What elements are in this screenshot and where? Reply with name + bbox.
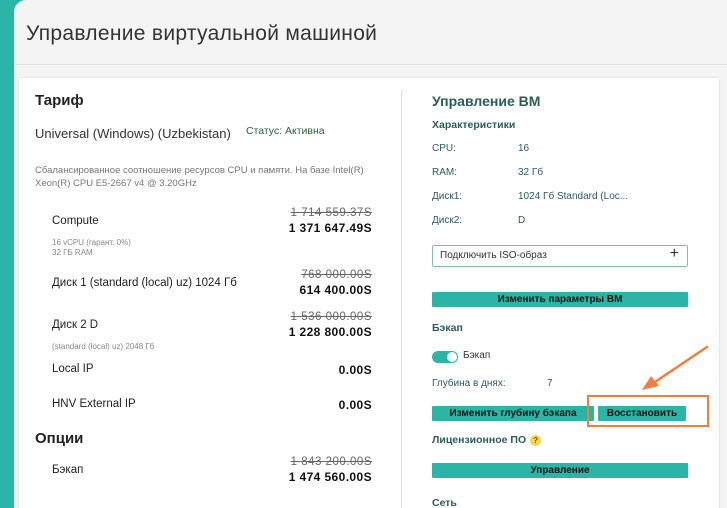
item-name: Бэкап <box>52 464 84 476</box>
depth-value: 7 <box>547 378 553 389</box>
attach-iso-button[interactable]: Подключить ISO-образ + <box>432 245 688 267</box>
spec-label-cpu: CPU: <box>432 143 456 154</box>
price: 0.00S <box>338 398 372 412</box>
item-detail: 32 ГБ RAM <box>52 248 93 257</box>
item-name: Compute <box>52 215 99 227</box>
backup-heading: Бэкап <box>432 322 463 334</box>
plan-description: Сбалансированное соотношение ресурсов CP… <box>35 165 364 189</box>
column-divider <box>401 90 402 508</box>
title-divider <box>14 64 727 65</box>
change-backup-depth-button[interactable]: Изменить глубину бэкапа <box>432 406 594 421</box>
toggle-knob <box>447 352 457 362</box>
spec-label-disk1: Диск1: <box>432 191 463 202</box>
item-name: HNV External IP <box>52 398 136 410</box>
old-price: 1 536 000.00S <box>290 311 372 323</box>
spec-value-cpu: 16 <box>518 143 530 154</box>
status-badge: Статус: Активна <box>246 125 325 137</box>
spec-label-disk2: Диск2: <box>432 215 463 226</box>
new-price: 1 474 560.00S <box>288 470 372 484</box>
item-detail: (standard (local) uz) 2048 Гб <box>52 342 155 351</box>
main-panel: Управление виртуальной машиной Тариф Uni… <box>14 0 727 508</box>
new-price: 1 371 647.49S <box>288 221 372 235</box>
help-icon[interactable]: ? <box>530 434 542 446</box>
vm-heading: Управление ВМ <box>432 93 541 109</box>
price: 0.00S <box>338 363 372 377</box>
old-price: 1 843 200.00S <box>290 456 372 468</box>
depth-label: Глубина в днях: <box>432 378 506 389</box>
old-price: 768 000.00S <box>301 269 372 281</box>
tariff-heading: Тариф <box>35 92 84 109</box>
backup-toggle-label: Бэкап <box>463 350 491 361</box>
backup-toggle[interactable] <box>432 351 458 363</box>
vm-card: Тариф Universal (Windows) (Uzbekistan) С… <box>19 78 719 508</box>
item-name: Диск 2 D <box>52 319 99 331</box>
license-heading-text: Лицензионное ПО <box>432 434 527 446</box>
spec-value-ram: 32 Гб <box>518 167 544 178</box>
new-price: 614 400.00S <box>299 283 372 297</box>
spec-value-disk1: 1024 Гб Standard (Loc... <box>518 191 629 202</box>
restore-highlight-box <box>587 395 709 427</box>
change-vm-params-button[interactable]: Изменить параметры ВМ <box>432 292 688 307</box>
plan-name: Universal (Windows) (Uzbekistan) <box>35 126 231 141</box>
license-heading: Лицензионное ПО? <box>432 434 542 446</box>
old-price: 1 714 559.37S <box>290 207 372 219</box>
license-manage-button[interactable]: Управление <box>432 463 688 478</box>
plus-icon: + <box>669 245 679 262</box>
network-heading: Сеть <box>432 497 457 508</box>
spec-value-disk2: D <box>518 215 526 226</box>
attach-iso-label: Подключить ISO-образ <box>440 250 547 261</box>
pointer-arrow-icon <box>642 345 709 390</box>
options-heading: Опции <box>35 430 84 447</box>
spec-label-ram: RAM: <box>432 167 457 178</box>
new-price: 1 228 800.00S <box>288 325 372 339</box>
specs-heading: Характеристики <box>432 119 516 131</box>
page-title: Управление виртуальной машиной <box>26 22 378 45</box>
item-name: Local IP <box>52 363 94 375</box>
item-name: Диск 1 (standard (local) uz) 1024 Гб <box>52 277 237 289</box>
